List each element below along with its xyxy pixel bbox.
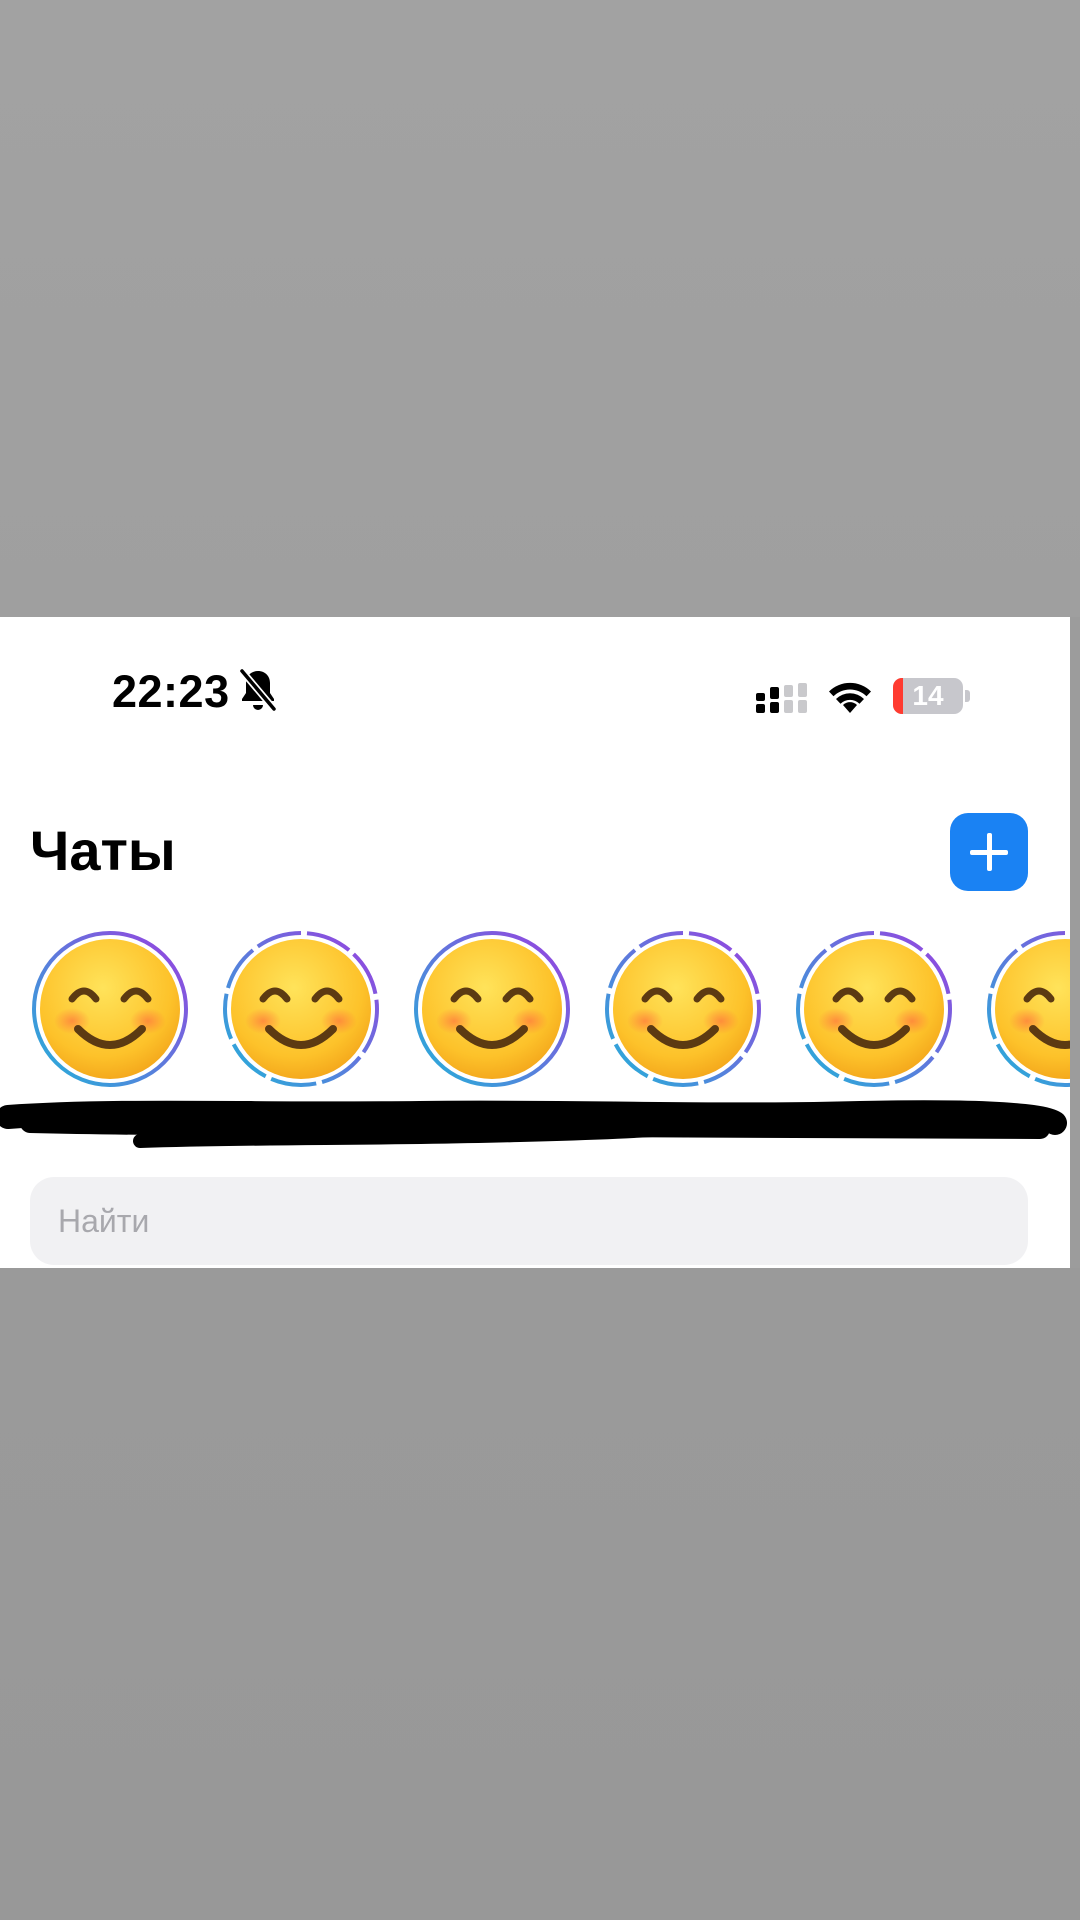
new-chat-button[interactable]: [950, 813, 1028, 891]
story-item[interactable]: [221, 929, 381, 1089]
story-item[interactable]: [412, 929, 572, 1089]
page-title: Чаты: [30, 819, 176, 882]
backdrop-top: [0, 0, 1080, 617]
status-time: 22:23: [112, 666, 230, 717]
wifi-icon: [829, 682, 871, 713]
story-item[interactable]: [603, 929, 763, 1089]
smiling-face-emoji-icon: [422, 939, 562, 1079]
smiling-face-emoji-icon: [613, 939, 753, 1079]
backdrop-bottom: [0, 1268, 1080, 1920]
story-item[interactable]: [30, 929, 190, 1089]
battery-tip: [965, 690, 970, 702]
search-field: [30, 1177, 1028, 1265]
smiling-face-emoji-icon: [231, 939, 371, 1079]
smiling-face-emoji-icon: [40, 939, 180, 1079]
smiling-face-emoji-icon: [804, 939, 944, 1079]
bell-slash-icon: [238, 667, 278, 713]
cellular-signal-icon: [756, 683, 807, 713]
redaction-scribble: [0, 1100, 1067, 1148]
story-item[interactable]: [985, 929, 1070, 1089]
smiling-face-emoji-icon: [995, 939, 1070, 1079]
chats-screen-card: 22:23 14 Чаты: [0, 617, 1070, 1268]
search-input[interactable]: [30, 1177, 1028, 1265]
battery-body: 14: [893, 678, 963, 714]
story-item[interactable]: [794, 929, 954, 1089]
battery-percentage: 14: [912, 680, 944, 711]
battery-icon: 14: [893, 678, 971, 714]
stories-row: [0, 929, 1070, 1089]
